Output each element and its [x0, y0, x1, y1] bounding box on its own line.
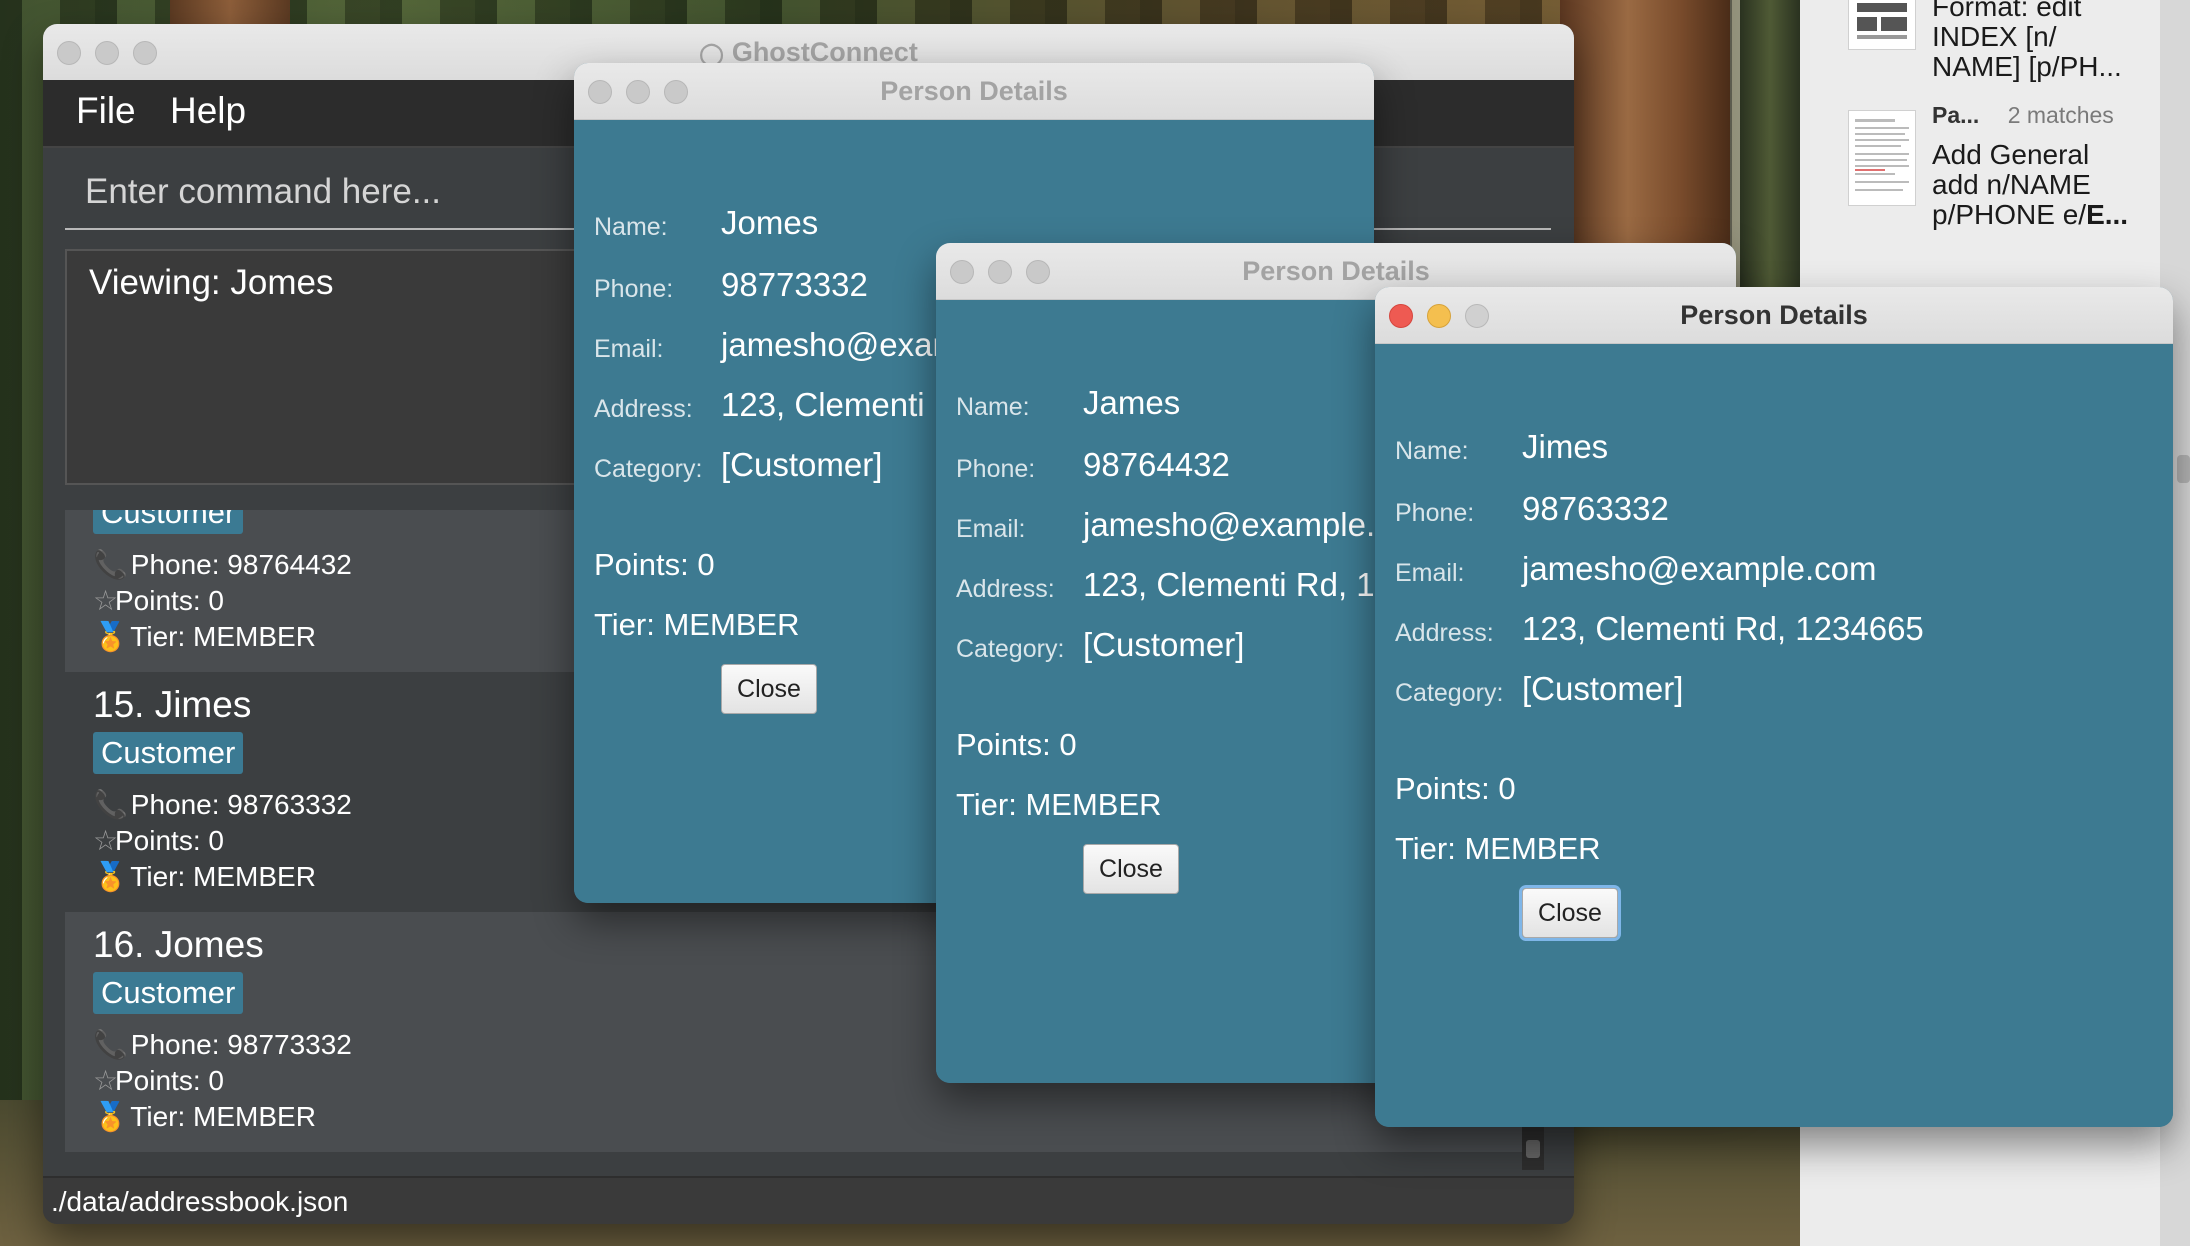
email-value: jamesho@example.com	[1522, 550, 1877, 587]
medal-icon: 🏅	[93, 621, 128, 652]
person-name: 16. Jomes	[93, 924, 264, 965]
name-label: Name:	[1395, 437, 1469, 465]
email-label: Email:	[594, 335, 664, 363]
phone-text: Phone: 98773332	[130, 1029, 352, 1060]
address-label: Address:	[594, 395, 693, 423]
document-thumbnail	[1848, 110, 1916, 206]
tier-line: 🏅 Tier: MEMBER	[93, 620, 316, 653]
menu-help[interactable]: Help	[170, 90, 246, 132]
name-value: Jomes	[721, 204, 819, 241]
points-text: Points: 0	[115, 825, 224, 856]
phone-line: 📞 Phone: 98763332	[93, 788, 352, 821]
category-value: [Customer]	[1522, 670, 1684, 707]
person-details-window-jimes: Person Details Name: Jimes Phone: 987633…	[1375, 287, 2173, 1127]
phone-value: 98764432	[1083, 446, 1230, 483]
points-text: Points: 0	[956, 727, 1077, 762]
phone-value: 98773332	[721, 266, 868, 303]
category-label: Category:	[1395, 679, 1504, 707]
match-count: 2 matches	[2007, 102, 2114, 128]
points-line: ☆Points: 0	[93, 1064, 224, 1097]
menu-file[interactable]: File	[76, 90, 136, 132]
person-name: 15. Jimes	[93, 684, 252, 725]
star-icon: ☆	[93, 585, 119, 616]
scrollbar-thumb[interactable]	[1526, 1140, 1540, 1158]
email-label: Email:	[1395, 559, 1465, 587]
name-value: James	[1083, 384, 1181, 421]
search-result-2[interactable]: Pa... 2 matches Add General add n/NAME p…	[1848, 100, 2148, 240]
email-label: Email:	[956, 515, 1026, 543]
tag-badge: Customer	[93, 732, 244, 774]
snippet-text: Add General add n/NAME p/PHONE e/	[1932, 139, 2091, 230]
points-line: ☆Points: 0	[93, 824, 224, 857]
email-value: jamesho@exam	[721, 326, 960, 363]
document-thumbnail	[1848, 0, 1916, 50]
name-label: Name:	[956, 393, 1030, 421]
result-doc-name: Pa...	[1932, 102, 1980, 128]
close-button[interactable]: Close	[1083, 844, 1179, 894]
star-icon: ☆	[93, 825, 119, 856]
dialog-title: Person Details	[880, 76, 1068, 106]
phone-line: 📞 Phone: 98773332	[93, 1028, 352, 1061]
phone-label: Phone:	[594, 275, 674, 303]
phone-icon: 📞	[93, 1029, 128, 1060]
points-text: Points: 0	[115, 585, 224, 616]
tier-line: 🏅 Tier: MEMBER	[93, 1100, 316, 1133]
tier-text: Tier: MEMBER	[130, 621, 316, 652]
status-bar: ./data/addressbook.json	[43, 1176, 1574, 1224]
phone-line: 📞 Phone: 98764432	[93, 548, 352, 581]
category-value: [Customer]	[1083, 626, 1245, 663]
phone-label: Phone:	[1395, 499, 1475, 527]
tier-text: Tier: MEMBER	[130, 1101, 316, 1132]
tier-text: Tier: MEMBER	[130, 861, 316, 892]
category-label: Category:	[956, 635, 1065, 663]
dialog-titlebar[interactable]: Person Details	[574, 63, 1374, 120]
tag-badge: Customer	[93, 510, 244, 534]
category-value: [Customer]	[721, 446, 883, 483]
close-button[interactable]: Close	[1522, 888, 1618, 938]
tag-badge: Customer	[93, 972, 244, 1014]
tier-text: Tier: MEMBER	[956, 787, 1162, 822]
address-value: 123, Clementi Rd, 1234665	[1522, 610, 1924, 647]
phone-label: Phone:	[956, 455, 1036, 483]
snippet-text-bold: E...	[2086, 199, 2129, 230]
dialog-title: Person Details	[1680, 300, 1868, 330]
name-value: Jimes	[1522, 428, 1609, 465]
phone-value: 98763332	[1522, 490, 1669, 527]
search-result-meta: Pa... 2 matches	[1932, 102, 2114, 129]
phone-text: Phone: 98764432	[130, 549, 352, 580]
category-label: Category:	[594, 455, 703, 483]
address-value: 123, Clementi Rd, 123	[1083, 566, 1412, 603]
phone-icon: 📞	[93, 549, 128, 580]
medal-icon: 🏅	[93, 861, 128, 892]
scrollbar-thumb[interactable]	[2177, 455, 2190, 483]
search-result-1[interactable]: Format: edit INDEX [n/ NAME] [p/PH...	[1848, 0, 2148, 110]
search-result-snippet: Format: edit INDEX [n/ NAME] [p/PH...	[1932, 0, 2122, 82]
star-icon: ☆	[93, 1065, 119, 1096]
points-text: Points: 0	[1395, 771, 1516, 806]
result-text: Viewing: Jomes	[89, 263, 334, 302]
points-text: Points: 0	[594, 547, 715, 582]
search-result-snippet: Add General add n/NAME p/PHONE e/E...	[1932, 140, 2142, 230]
points-text: Points: 0	[115, 1065, 224, 1096]
tier-line: 🏅 Tier: MEMBER	[93, 860, 316, 893]
tier-text: Tier: MEMBER	[1395, 831, 1601, 866]
address-label: Address:	[956, 575, 1055, 603]
dialog-titlebar[interactable]: Person Details	[1375, 287, 2173, 344]
close-button[interactable]: Close	[721, 664, 817, 714]
address-label: Address:	[1395, 619, 1494, 647]
phone-icon: 📞	[93, 789, 128, 820]
dialog-body: Name: Jimes Phone: 98763332 Email: james…	[1375, 344, 2173, 1127]
points-line: ☆Points: 0	[93, 584, 224, 617]
phone-text: Phone: 98763332	[130, 789, 352, 820]
medal-icon: 🏅	[93, 1101, 128, 1132]
name-label: Name:	[594, 213, 668, 241]
tier-text: Tier: MEMBER	[594, 607, 800, 642]
save-location: ./data/addressbook.json	[51, 1186, 349, 1217]
email-value: jamesho@example.co	[1083, 506, 1410, 543]
